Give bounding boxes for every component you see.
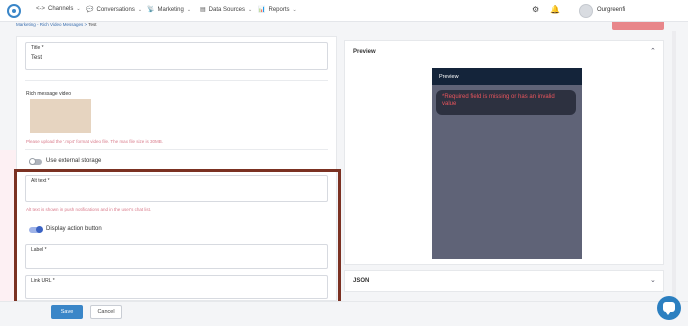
nav-channels-label: Channels <box>48 6 74 12</box>
preview-panel: Preview ⌃ Preview *Required field is mis… <box>344 40 664 265</box>
cancel-button[interactable]: Cancel <box>90 305 122 319</box>
external-storage-toggle[interactable] <box>29 158 42 165</box>
chat-support-button[interactable] <box>657 296 681 320</box>
json-title: JSON <box>353 278 370 284</box>
channels-icon: <-> <box>36 6 46 12</box>
chat-icon <box>663 302 675 315</box>
preview-title: Preview <box>353 49 376 55</box>
highlight-box <box>14 169 341 305</box>
nav-channels[interactable]: <-> Channels ⌄ <box>36 6 81 12</box>
title-value: Test <box>31 55 43 61</box>
nav-reports[interactable]: 📊 Reports ⌄ <box>258 6 297 14</box>
nav-data-sources[interactable]: ▤ Data Sources ⌄ <box>200 6 253 14</box>
breadcrumb-current: Test <box>88 22 97 27</box>
username[interactable]: Ourgreenfi <box>597 7 625 13</box>
chevron-down-icon[interactable]: ⌄ <box>650 276 656 284</box>
nav-marketing-label: Marketing <box>157 6 184 13</box>
notification-bell-icon[interactable]: 🔔 <box>550 5 560 14</box>
nav-reports-label: Reports <box>268 6 290 13</box>
error-message: *Required field is missing or has an inv… <box>436 90 576 115</box>
json-panel[interactable]: JSON ⌄ <box>344 270 664 292</box>
breadcrumb-marketing[interactable]: Marketing <box>16 22 36 27</box>
title-label: Title * <box>31 45 44 51</box>
settings-gear-icon[interactable]: ⚙ <box>532 5 539 14</box>
conversations-icon: 💬 <box>86 7 94 13</box>
chevron-down-icon: ⌄ <box>292 6 297 13</box>
app-logo-icon[interactable] <box>7 4 21 18</box>
top-nav: <-> Channels ⌄ 💬 Conversations ⌄ 📡 Marke… <box>0 0 688 22</box>
chevron-down-icon: ⌄ <box>248 6 253 13</box>
nav-marketing[interactable]: 📡 Marketing ⌄ <box>147 6 192 14</box>
chevron-up-icon[interactable]: ⌃ <box>650 47 656 55</box>
data-sources-icon: ▤ <box>200 7 206 13</box>
external-storage-label: Use external storage <box>46 158 102 164</box>
breadcrumb: Marketing - Rich Video Messages > Test <box>16 22 97 27</box>
reports-icon: 📊 <box>258 7 266 13</box>
phone-header: Preview <box>432 68 582 85</box>
chevron-down-icon: ⌄ <box>76 6 81 12</box>
save-button[interactable]: Save <box>51 305 83 319</box>
video-help-text: Please upload the '.mp4' format video fi… <box>26 139 163 144</box>
phone-preview: Preview *Required field is missing or ha… <box>432 68 582 259</box>
video-label: Rich message video <box>26 91 72 97</box>
nav-conversations[interactable]: 💬 Conversations ⌄ <box>86 6 143 14</box>
scrollbar[interactable] <box>672 31 676 301</box>
marketing-icon: 📡 <box>147 7 155 13</box>
user-avatar[interactable] <box>579 4 593 18</box>
delete-button[interactable] <box>612 22 664 30</box>
nav-data-sources-label: Data Sources <box>208 6 246 13</box>
title-field[interactable]: Title * Test <box>25 42 328 70</box>
chevron-down-icon: ⌄ <box>137 6 143 13</box>
breadcrumb-rich-video[interactable]: Rich Video Messages <box>40 22 83 27</box>
chevron-down-icon: ⌄ <box>186 6 192 13</box>
video-thumbnail[interactable] <box>30 99 91 133</box>
nav-conversations-label: Conversations <box>96 6 135 13</box>
